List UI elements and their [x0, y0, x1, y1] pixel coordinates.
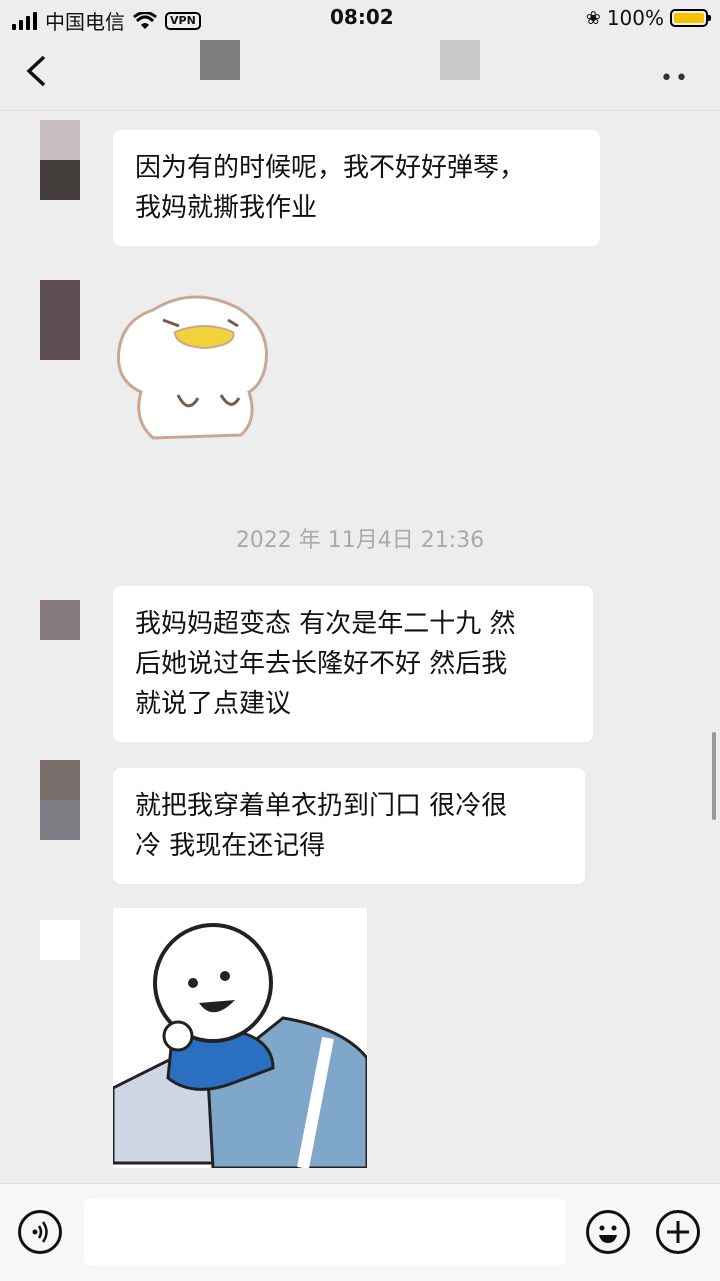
avatar[interactable] [40, 760, 80, 840]
white-duck-sticker [113, 290, 273, 450]
avatar[interactable] [40, 920, 80, 960]
chevron-left-icon[interactable] [24, 54, 54, 90]
voice-icon[interactable] [18, 1210, 62, 1254]
message-line: 我妈就撕我作业 [135, 193, 318, 223]
message-bubble: 就把我穿着单衣扔到门口 很冷很 冷 我现在还记得 [113, 768, 585, 884]
title-redacted-block [440, 40, 480, 80]
status-bar: 中国电信 VPN 08:02 ❀ 100% [0, 0, 720, 36]
message-line: 我妈妈超变态 有次是年二十九 然 [135, 609, 516, 639]
smiling-person-in-bed-sticker [111, 908, 369, 1170]
plus-icon[interactable] [656, 1210, 700, 1254]
message-line: 后她说过年去长隆好不好 然后我 [135, 649, 508, 679]
battery-icon [670, 9, 711, 27]
message-line: 因为有的时候呢，我不好好弹琴， [135, 153, 526, 183]
message-line: 就把我穿着单衣扔到门口 很冷很 [135, 791, 508, 821]
avatar[interactable] [40, 600, 80, 640]
signal-icon [12, 11, 37, 30]
status-time: 08:02 [330, 5, 394, 29]
message-bubble: 我妈妈超变态 有次是年二十九 然 后她说过年去长隆好不好 然后我 就说了点建议 [113, 586, 593, 742]
message-line: 就说了点建议 [135, 689, 292, 719]
message-bubble: 因为有的时候呢，我不好好弹琴， 我妈就撕我作业 [113, 130, 600, 246]
scrollbar[interactable] [712, 732, 716, 820]
carrier-label: 中国电信 [45, 10, 125, 34]
message-input[interactable] [84, 1198, 566, 1266]
wifi-icon [133, 11, 157, 29]
paw-icon: ❀ [585, 7, 601, 29]
vpn-badge: VPN [165, 11, 201, 30]
title-redacted-block [200, 40, 240, 80]
battery-percent: 100% [606, 6, 664, 30]
message-timestamp: 2022 年 11月4日 21:36 [235, 528, 485, 553]
avatar[interactable] [40, 280, 80, 360]
input-bar [0, 1183, 720, 1281]
avatar[interactable] [40, 120, 80, 200]
message-line: 冷 我现在还记得 [135, 831, 326, 861]
chat-header: •• [0, 36, 720, 111]
more-options-icon[interactable]: •• [660, 66, 690, 91]
emoji-icon[interactable] [586, 1210, 630, 1254]
